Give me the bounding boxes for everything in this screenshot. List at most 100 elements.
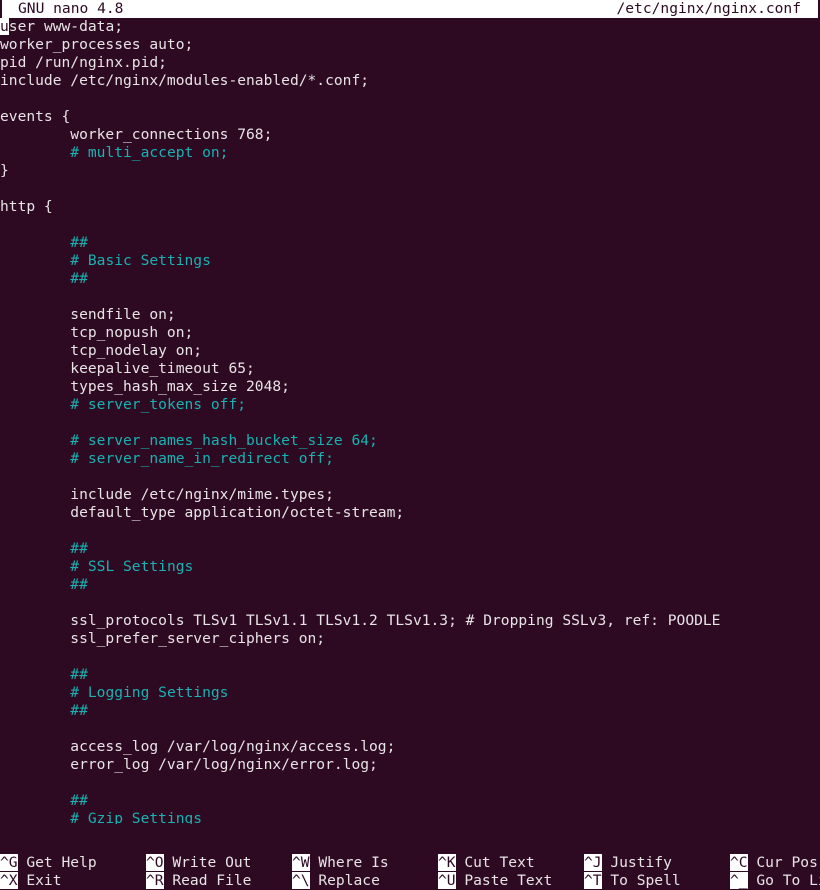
editor-text-area[interactable]: user www-data; worker_processes auto; pid …	[0, 18, 820, 824]
editor-line[interactable]: ssl_protocols TLSv1 TLSv1.1 TLSv1.2 TLSv…	[0, 612, 820, 630]
comment-text: # Basic Settings	[70, 252, 211, 269]
editor-line[interactable]: ##	[0, 792, 820, 810]
shortcut-label: Exit	[17, 872, 62, 889]
editor-line[interactable]: types_hash_max_size 2048;	[0, 378, 820, 396]
shortcut-U-bottom[interactable]: ^U Paste Text	[438, 872, 552, 890]
editor-line[interactable]: http {	[0, 198, 820, 216]
titlebar-content: GNU nano 4.8 /etc/nginx/nginx.conf	[2, 0, 818, 18]
shortcut-key: ^\	[292, 872, 310, 889]
shortcut-O-top[interactable]: ^O Write Out	[146, 854, 251, 872]
editor-line[interactable]	[0, 594, 820, 612]
editor-line[interactable]: tcp_nopush on;	[0, 324, 820, 342]
shortcut--bottom[interactable]: ^\ Replace	[292, 872, 380, 890]
shortcut-G-top[interactable]: ^G Get Help	[0, 854, 97, 872]
editor-line[interactable]: include /etc/nginx/mime.types;	[0, 486, 820, 504]
shortcut-help-bar: ^G Get Help ^O Write Out ^W Where Is ^K Cut…	[0, 842, 820, 890]
app-title: GNU nano 4.8	[18, 0, 124, 17]
shortcut-J-top[interactable]: ^J Justify	[584, 854, 672, 872]
code-text: include /etc/nginx/mime.types;	[0, 486, 334, 503]
editor-line[interactable]	[0, 180, 820, 198]
editor-line[interactable]	[0, 288, 820, 306]
editor-line[interactable]: tcp_nodelay on;	[0, 342, 820, 360]
editor-line[interactable]: user www-data;	[0, 18, 820, 36]
editor-line[interactable]: events {	[0, 108, 820, 126]
editor-line[interactable]: # server_names_hash_bucket_size 64;	[0, 432, 820, 450]
code-text: sendfile on;	[0, 306, 176, 323]
shortcut-K-top[interactable]: ^K Cut Text	[438, 854, 535, 872]
shortcut-W-top[interactable]: ^W Where Is	[292, 854, 389, 872]
editor-line[interactable]: access_log /var/log/nginx/access.log;	[0, 738, 820, 756]
editor-line[interactable]	[0, 90, 820, 108]
code-text: error_log /var/log/nginx/error.log;	[0, 756, 378, 773]
shortcut-label: Get Help	[17, 854, 97, 871]
editor-line[interactable]: worker_processes auto;	[0, 36, 820, 54]
shortcut-X-bottom[interactable]: ^X Exit	[0, 872, 62, 890]
code-text: worker_processes auto;	[0, 36, 194, 53]
code-text: pid /run/nginx.pid;	[0, 54, 167, 71]
editor-line[interactable]: # Basic Settings	[0, 252, 820, 270]
editor-line[interactable]: ##	[0, 576, 820, 594]
shortcut-label: Justify	[601, 854, 672, 871]
editor-line[interactable]: # multi_accept on;	[0, 144, 820, 162]
editor-line[interactable]: # Logging Settings	[0, 684, 820, 702]
shortcut-key: ^X	[0, 872, 18, 889]
editor-line[interactable]: worker_connections 768;	[0, 126, 820, 144]
shortcut-label: Go To Li	[747, 872, 820, 889]
editor-line[interactable]: # server_name_in_redirect off;	[0, 450, 820, 468]
editor-line[interactable]	[0, 720, 820, 738]
editor-line[interactable]: ##	[0, 234, 820, 252]
shortcut-C-top[interactable]: ^C Cur Pos	[730, 854, 818, 872]
editor-line[interactable]: sendfile on;	[0, 306, 820, 324]
shortcut-label: Cut Text	[455, 854, 535, 871]
code-text: types_hash_max_size 2048;	[0, 378, 290, 395]
editor-line[interactable]: # Gzip Settings	[0, 810, 820, 824]
comment-text: # server_tokens off;	[70, 396, 247, 413]
shortcut-label: Where Is	[309, 854, 389, 871]
editor-line[interactable]: default_type application/octet-stream;	[0, 504, 820, 522]
code-text: http {	[0, 198, 53, 215]
editor-line[interactable]	[0, 522, 820, 540]
editor-line[interactable]: ##	[0, 666, 820, 684]
shortcut-label: Write Out	[163, 854, 252, 871]
editor-line[interactable]: # server_tokens off;	[0, 396, 820, 414]
editor-line[interactable]	[0, 414, 820, 432]
editor-line[interactable]	[0, 648, 820, 666]
editor-line[interactable]: error_log /var/log/nginx/error.log;	[0, 756, 820, 774]
shortcut--bottom[interactable]: ^_ Go To Li	[730, 872, 820, 890]
editor-line[interactable]: include /etc/nginx/modules-enabled/*.con…	[0, 72, 820, 90]
editor-line[interactable]	[0, 468, 820, 486]
editor-line[interactable]: ##	[0, 702, 820, 720]
editor-line[interactable]: ##	[0, 270, 820, 288]
shortcut-label: To Spell	[601, 872, 681, 889]
editor-line[interactable]: pid /run/nginx.pid;	[0, 54, 820, 72]
code-text: ssl_prefer_server_ciphers on;	[0, 630, 326, 647]
shortcut-key: ^C	[730, 854, 748, 871]
comment-text: # Logging Settings	[70, 684, 229, 701]
editor-line[interactable]: keepalive_timeout 65;	[0, 360, 820, 378]
comment-text: ##	[70, 270, 88, 287]
shortcut-R-bottom[interactable]: ^R Read File	[146, 872, 251, 890]
shortcut-key: ^J	[584, 854, 602, 871]
editor-line[interactable]: ##	[0, 540, 820, 558]
editor-line[interactable]	[0, 216, 820, 234]
shortcut-T-bottom[interactable]: ^T To Spell	[584, 872, 681, 890]
editor-line[interactable]: ssl_prefer_server_ciphers on;	[0, 630, 820, 648]
comment-text: # Gzip Settings	[70, 810, 203, 824]
editor-line[interactable]: # SSL Settings	[0, 558, 820, 576]
editor-line[interactable]	[0, 774, 820, 792]
shortcut-label: Cur Pos	[747, 854, 818, 871]
shortcut-row-top: ^G Get Help ^O Write Out ^W Where Is ^K Cut…	[0, 854, 820, 872]
code-text: }	[0, 162, 9, 179]
code-text: events {	[0, 108, 71, 125]
code-text: tcp_nopush on;	[0, 324, 194, 341]
editor-line[interactable]: }	[0, 162, 820, 180]
